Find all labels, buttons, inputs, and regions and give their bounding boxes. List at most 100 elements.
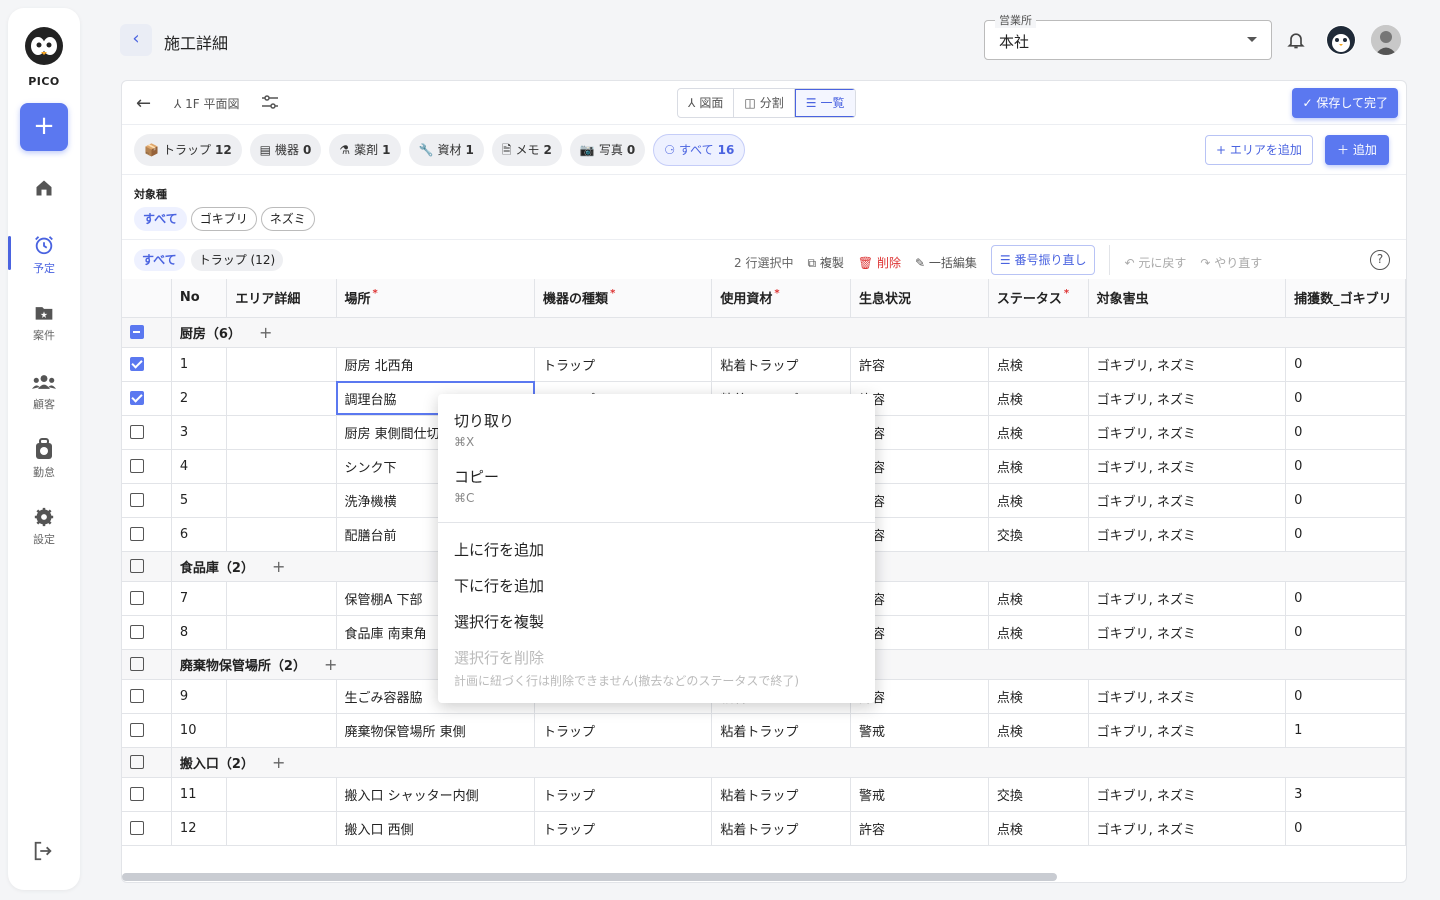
type-chip-6[interactable]: ⚆ すべて 16 [653, 134, 746, 166]
table-cell[interactable] [226, 483, 337, 518]
view-tab-map[interactable]: ⅄ 図面 [678, 89, 735, 117]
table-cell[interactable]: 3 [171, 415, 228, 450]
group-chip-trap[interactable]: トラップ (12) [190, 249, 284, 271]
table-cell[interactable]: 9 [171, 679, 228, 714]
table-cell[interactable]: 2 [171, 381, 228, 416]
column-header[interactable]: 対象害虫 [1088, 279, 1287, 318]
renumber-button[interactable]: ☰ 番号振り直し [990, 245, 1096, 275]
row-checkbox[interactable] [130, 591, 144, 605]
column-header[interactable]: エリア詳細 [226, 279, 337, 318]
table-cell[interactable]: 0 [1285, 483, 1406, 518]
nav-schedule[interactable]: 予定 [8, 234, 80, 276]
table-cell[interactable]: 0 [1285, 679, 1406, 714]
view-tab-list[interactable]: ☰ 一覧 [794, 89, 855, 117]
menu-delete-rows[interactable]: 選択行を削除 計画に紐づく行は削除できません(撤去などのステータスで終了) [454, 647, 799, 689]
nav-settings[interactable]: 設定 [8, 507, 80, 547]
table-cell[interactable]: ゴキブリ, ネズミ [1088, 679, 1287, 714]
view-tab-split[interactable]: ◫ 分割 [734, 89, 795, 117]
table-cell[interactable]: 許容 [850, 811, 989, 846]
type-chip-3[interactable]: 🔧 資材 1 [408, 134, 484, 166]
table-cell[interactable]: 5 [171, 483, 228, 518]
row-checkbox[interactable] [130, 689, 144, 703]
table-cell[interactable]: 点検 [988, 679, 1089, 714]
sliders-icon[interactable] [262, 95, 278, 109]
table-cell[interactable] [226, 777, 337, 812]
table-cell[interactable]: 4 [171, 449, 228, 484]
table-cell[interactable]: 0 [1285, 581, 1406, 616]
table-cell[interactable] [226, 449, 337, 484]
table-cell[interactable]: ゴキブリ, ネズミ [1088, 347, 1287, 382]
table-cell[interactable]: ゴキブリ, ネズミ [1088, 381, 1287, 416]
table-cell[interactable]: 0 [1285, 517, 1406, 552]
table-cell[interactable]: 点検 [988, 449, 1089, 484]
table-cell[interactable]: 10 [171, 713, 228, 748]
row-checkbox[interactable] [130, 357, 144, 371]
nav-customers[interactable]: 顧客 [8, 372, 80, 412]
table-cell[interactable]: 点検 [988, 483, 1089, 518]
row-checkbox[interactable] [130, 425, 144, 439]
add-row-icon[interactable]: + [324, 655, 337, 674]
table-cell[interactable] [226, 615, 337, 650]
table-cell[interactable]: ゴキブリ, ネズミ [1088, 777, 1287, 812]
table-cell[interactable]: ゴキブリ, ネズミ [1088, 415, 1287, 450]
duplicate-button[interactable]: ⧉ 複製 [807, 254, 843, 271]
table-cell[interactable] [226, 415, 337, 450]
table-cell[interactable] [226, 811, 337, 846]
user-avatar[interactable] [1371, 25, 1401, 55]
group-checkbox[interactable] [130, 755, 144, 769]
menu-copy[interactable]: コピー ⌘C [454, 466, 499, 505]
row-checkbox[interactable] [130, 787, 144, 801]
type-chip-1[interactable]: ▤ 機器 0 [249, 134, 322, 166]
table-cell[interactable]: 搬入口 シャッター内側 [336, 777, 536, 812]
group-checkbox[interactable] [130, 657, 144, 671]
target-chip-rat[interactable]: ネズミ [260, 207, 315, 231]
header-back-button[interactable]: ‹ [120, 24, 152, 56]
group-checkbox[interactable] [130, 559, 144, 573]
row-checkbox[interactable] [130, 493, 144, 507]
nav-home[interactable] [8, 178, 80, 202]
column-header[interactable]: 場所 * [336, 279, 536, 318]
group-checkbox[interactable] [130, 325, 144, 339]
table-cell[interactable]: 点検 [988, 415, 1089, 450]
add-area-button[interactable]: + エリアを追加 [1205, 135, 1313, 165]
table-cell[interactable]: 1 [1285, 713, 1406, 748]
table-cell[interactable] [226, 713, 337, 748]
table-cell[interactable]: 点検 [988, 581, 1089, 616]
floor-plan-label[interactable]: ⅄ 1F 平面図 [174, 95, 240, 112]
add-row-icon[interactable]: + [259, 323, 272, 342]
table-cell[interactable]: 点検 [988, 811, 1089, 846]
row-checkbox[interactable] [130, 391, 144, 405]
table-cell[interactable]: 点検 [988, 615, 1089, 650]
type-chip-4[interactable]: 🗎 メモ 2 [491, 134, 562, 166]
back-arrow-icon[interactable]: ← [136, 93, 151, 114]
table-cell[interactable]: ゴキブリ, ネズミ [1088, 811, 1287, 846]
table-cell[interactable]: 点検 [988, 713, 1089, 748]
table-cell[interactable]: 0 [1285, 449, 1406, 484]
table-cell[interactable]: トラップ [534, 347, 713, 382]
table-cell[interactable]: ゴキブリ, ネズミ [1088, 581, 1287, 616]
table-cell[interactable]: トラップ [534, 811, 713, 846]
office-select[interactable]: 営業所 本社 [984, 12, 1272, 60]
type-chip-2[interactable]: ⚗ 薬剤 1 [329, 134, 401, 166]
table-row[interactable]: 1 厨房 北西角 トラップ 粘着トラップ 許容 点検 ゴキブリ, ネズミ 0 [122, 347, 1406, 382]
type-chip-0[interactable]: 📦 トラップ 12 [134, 134, 242, 166]
add-row-icon[interactable]: + [272, 557, 285, 576]
column-header[interactable]: No [171, 279, 228, 318]
table-cell[interactable]: 6 [171, 517, 228, 552]
nav-projects[interactable]: 案件 [8, 303, 80, 343]
horizontal-scrollbar[interactable] [122, 873, 1057, 881]
menu-duplicate-rows[interactable]: 選択行を複製 [454, 611, 544, 632]
table-cell[interactable]: 交換 [988, 517, 1089, 552]
undo-button[interactable]: ↶ 元に戻す [1124, 254, 1186, 271]
add-button[interactable]: ＋ 追加 [1325, 135, 1389, 165]
table-cell[interactable]: 粘着トラップ [711, 777, 852, 812]
table-cell[interactable]: ゴキブリ, ネズミ [1088, 449, 1287, 484]
table-cell[interactable]: 許容 [850, 347, 989, 382]
table-cell[interactable] [226, 679, 337, 714]
table-cell[interactable]: 0 [1285, 415, 1406, 450]
table-cell[interactable]: 点検 [988, 347, 1089, 382]
table-cell[interactable]: 0 [1285, 811, 1406, 846]
table-cell[interactable]: 7 [171, 581, 228, 616]
bulk-edit-button[interactable]: ✎ 一括編集 [915, 254, 977, 271]
create-button[interactable]: + [20, 103, 68, 151]
